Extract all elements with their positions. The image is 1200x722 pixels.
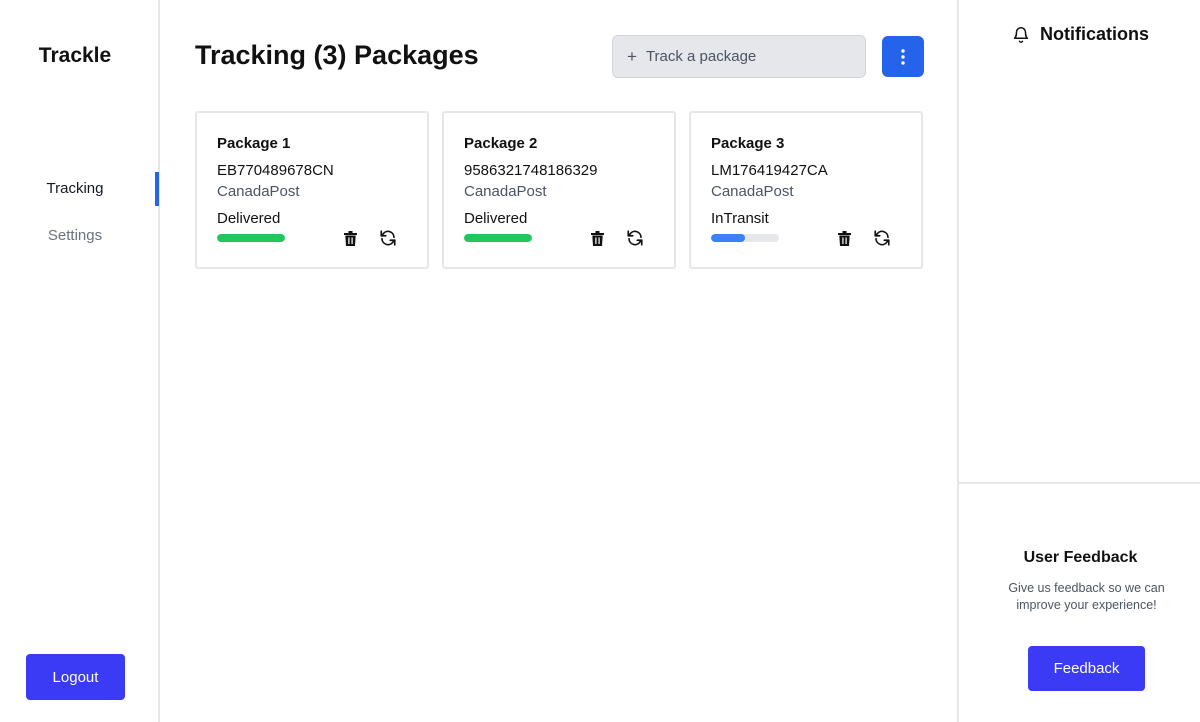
- status-progress-fill: [217, 234, 285, 242]
- main-content: Tracking (3) Packages + Package 1 EB7704…: [162, 0, 957, 722]
- refresh-button[interactable]: [872, 228, 892, 248]
- feedback-title: User Feedback: [1023, 549, 1138, 566]
- delete-button[interactable]: [340, 228, 360, 248]
- notifications-title: Notifications: [1039, 24, 1149, 44]
- refresh-button[interactable]: [378, 228, 398, 248]
- feedback-button[interactable]: Feedback: [1028, 646, 1145, 691]
- active-nav-indicator: [155, 172, 159, 206]
- logout-button[interactable]: Logout: [26, 654, 125, 700]
- vertical-dots-icon: [901, 48, 905, 65]
- refresh-icon: [627, 230, 643, 246]
- package-name: Package 3: [711, 135, 785, 152]
- status-progress-fill: [711, 234, 745, 242]
- trash-icon: [343, 230, 357, 246]
- tracking-number: LM176419427CA: [711, 162, 828, 179]
- page-title: Tracking (3) Packages: [195, 40, 479, 70]
- status-progress-bar: [217, 234, 285, 242]
- plus-icon: +: [627, 47, 637, 66]
- sidebar-item-settings[interactable]: Settings: [0, 219, 150, 253]
- trash-icon: [590, 230, 604, 246]
- tracking-number: 9586321748186329: [464, 162, 598, 179]
- status-progress-fill: [464, 234, 532, 242]
- delete-button[interactable]: [834, 228, 854, 248]
- status-progress-bar: [464, 234, 532, 242]
- tracking-number: EB770489678CN: [217, 162, 334, 179]
- notifications-header: Notifications: [959, 24, 1200, 45]
- refresh-icon: [380, 230, 396, 246]
- status-progress-bar: [711, 234, 779, 242]
- right-panel: Notifications User Feedback Give us feed…: [957, 0, 1200, 722]
- package-name: Package 1: [217, 135, 291, 152]
- carrier-name: CanadaPost: [217, 183, 300, 200]
- carrier-name: CanadaPost: [711, 183, 794, 200]
- bell-icon: [1013, 27, 1029, 43]
- package-name: Package 2: [464, 135, 538, 152]
- delete-button[interactable]: [587, 228, 607, 248]
- carrier-name: CanadaPost: [464, 183, 547, 200]
- sidebar-item-tracking[interactable]: Tracking: [0, 172, 150, 206]
- trash-icon: [837, 230, 851, 246]
- package-status: InTransit: [711, 210, 769, 227]
- more-options-button[interactable]: [882, 36, 924, 77]
- refresh-button[interactable]: [625, 228, 645, 248]
- refresh-icon: [874, 230, 890, 246]
- package-status: Delivered: [464, 210, 528, 227]
- package-status: Delivered: [217, 210, 281, 227]
- feedback-description: Give us feedback so we can improve your …: [1008, 581, 1165, 612]
- track-package-field[interactable]: +: [612, 35, 866, 78]
- track-package-input[interactable]: [645, 48, 846, 65]
- package-card: Package 2 9586321748186329 CanadaPost De…: [442, 111, 676, 269]
- sidebar: Trackle Tracking Settings Logout: [0, 0, 160, 722]
- package-card: Package 3 LM176419427CA CanadaPost InTra…: [689, 111, 923, 269]
- package-card: Package 1 EB770489678CN CanadaPost Deliv…: [195, 111, 429, 269]
- panel-divider: [959, 482, 1200, 484]
- brand-logo: Trackle: [38, 44, 112, 67]
